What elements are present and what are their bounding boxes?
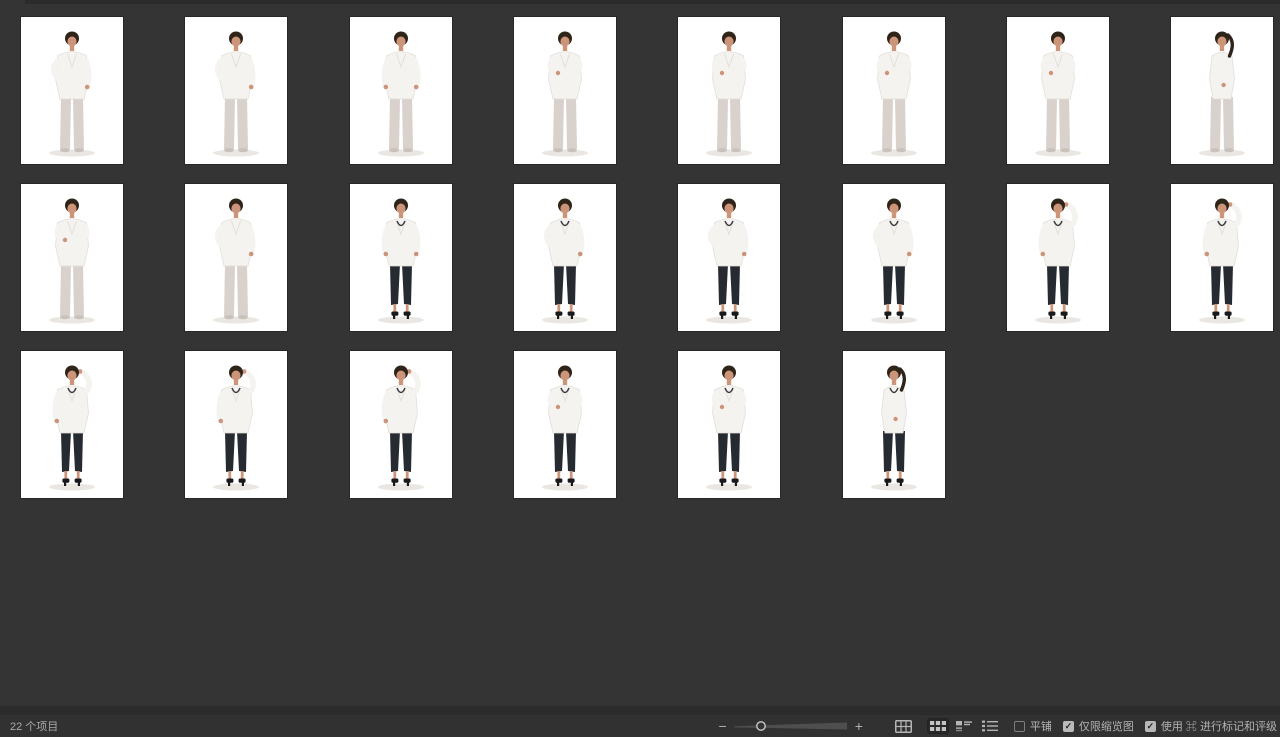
model-photo bbox=[1171, 17, 1273, 164]
model-photo bbox=[185, 184, 287, 331]
details-view-button[interactable] bbox=[953, 718, 975, 734]
model-photo bbox=[678, 17, 780, 164]
zoom-out-button[interactable]: − bbox=[716, 719, 730, 733]
model-photo bbox=[350, 17, 452, 164]
list-rows-icon bbox=[982, 720, 998, 732]
slider-knob bbox=[756, 722, 764, 730]
model-photo bbox=[514, 351, 616, 498]
model-photo bbox=[185, 351, 287, 498]
status-bar: 22 个项目 − + bbox=[0, 715, 1280, 737]
zoom-in-button[interactable]: + bbox=[852, 719, 866, 733]
photo-thumbnail[interactable] bbox=[1007, 184, 1109, 331]
photo-thumbnail[interactable] bbox=[350, 351, 452, 498]
thumbnail-size-slider[interactable] bbox=[732, 718, 850, 734]
photo-thumbnail[interactable] bbox=[514, 17, 616, 164]
checkbox-label: 使用 ⌘ 进行标记和评级 bbox=[1161, 718, 1277, 734]
photo-thumbnail[interactable] bbox=[1171, 184, 1273, 331]
model-photo bbox=[185, 17, 287, 164]
model-photo bbox=[21, 184, 123, 331]
checkbox-label: 仅限缩览图 bbox=[1079, 718, 1134, 734]
photo-thumbnail[interactable] bbox=[678, 351, 780, 498]
photo-thumbnail[interactable] bbox=[185, 184, 287, 331]
photo-thumbnail[interactable] bbox=[21, 17, 123, 164]
photo-thumbnail[interactable] bbox=[21, 351, 123, 498]
list-view-button[interactable] bbox=[979, 718, 1001, 734]
model-photo bbox=[514, 17, 616, 164]
photo-thumbnail[interactable] bbox=[514, 184, 616, 331]
checkbox-cmd-rating[interactable]: ✓ 使用 ⌘ 进行标记和评级 bbox=[1145, 718, 1277, 734]
photo-thumbnail[interactable] bbox=[843, 17, 945, 164]
model-photo bbox=[678, 351, 780, 498]
photo-thumbnail[interactable] bbox=[350, 184, 452, 331]
photo-thumbnail[interactable] bbox=[1007, 17, 1109, 164]
model-photo bbox=[1171, 184, 1273, 331]
checkbox-box: ✓ bbox=[1145, 721, 1156, 732]
thumbnail-grid-icon bbox=[930, 720, 946, 732]
checkbox-flat-view[interactable]: 平铺 bbox=[1014, 718, 1052, 734]
checkbox-thumbnails-only[interactable]: ✓ 仅限缩览图 bbox=[1063, 718, 1134, 734]
photo-thumbnail[interactable] bbox=[843, 184, 945, 331]
checkbox-label: 平铺 bbox=[1030, 718, 1052, 734]
model-photo bbox=[350, 351, 452, 498]
model-photo bbox=[21, 351, 123, 498]
model-photo bbox=[514, 184, 616, 331]
photo-thumbnail[interactable] bbox=[843, 351, 945, 498]
model-photo bbox=[843, 184, 945, 331]
checkbox-box: ✓ bbox=[1063, 721, 1074, 732]
photo-thumbnail[interactable] bbox=[678, 184, 780, 331]
model-photo bbox=[843, 351, 945, 498]
statusbar-divider bbox=[0, 706, 1280, 715]
grid-outline-icon bbox=[895, 720, 912, 733]
photo-thumbnail[interactable] bbox=[185, 351, 287, 498]
details-rows-icon bbox=[956, 720, 972, 732]
model-photo bbox=[21, 17, 123, 164]
thumbnail-grid bbox=[0, 0, 1280, 706]
item-count: 22 个项目 bbox=[10, 715, 58, 737]
checkbox-box bbox=[1014, 721, 1025, 732]
photo-thumbnail[interactable] bbox=[21, 184, 123, 331]
photo-thumbnail[interactable] bbox=[678, 17, 780, 164]
photo-thumbnail[interactable] bbox=[514, 351, 616, 498]
grid-view-button[interactable] bbox=[892, 718, 915, 735]
model-photo bbox=[678, 184, 780, 331]
photo-thumbnail[interactable] bbox=[1171, 17, 1273, 164]
statusbar-controls: − + bbox=[716, 715, 1278, 737]
model-photo bbox=[1007, 184, 1109, 331]
photo-thumbnail[interactable] bbox=[350, 17, 452, 164]
thumbnail-view-button[interactable] bbox=[927, 718, 949, 734]
model-photo bbox=[843, 17, 945, 164]
model-photo bbox=[1007, 17, 1109, 164]
model-photo bbox=[350, 184, 452, 331]
photo-thumbnail[interactable] bbox=[185, 17, 287, 164]
